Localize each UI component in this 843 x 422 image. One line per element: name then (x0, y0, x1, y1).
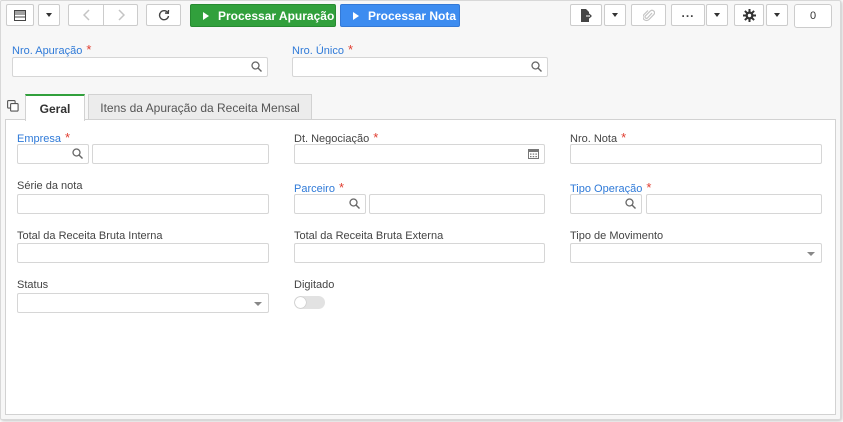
settings-dropdown-button[interactable] (766, 4, 788, 26)
nro-nota-input[interactable] (570, 144, 822, 164)
paperclip-icon (642, 9, 655, 21)
view-dropdown-button[interactable] (38, 4, 60, 26)
play-icon (203, 11, 209, 20)
search-icon[interactable] (251, 61, 262, 72)
search-icon[interactable] (531, 61, 542, 72)
nro-apuracao-label: Nro. Apuração * (12, 42, 91, 57)
settings-button[interactable] (734, 4, 764, 26)
tipo-operacao-name-input[interactable] (646, 194, 822, 214)
nro-unico-input[interactable] (292, 57, 548, 77)
empresa-code-input[interactable] (17, 144, 89, 164)
total-externa-label-text: Total da Receita Bruta Externa (294, 230, 444, 242)
process-apuracao-label: Processar Apuração (218, 8, 335, 23)
grid-view-button[interactable] (6, 4, 34, 26)
export-button[interactable] (570, 4, 602, 26)
chevron-down-icon (612, 13, 618, 17)
tipo-movimento-label: Tipo de Movimento (570, 230, 663, 242)
chevron-down-icon (774, 13, 780, 17)
more-dropdown-button[interactable] (706, 4, 728, 26)
tipo-operacao-label: Tipo Operação * (570, 180, 651, 195)
tab-geral[interactable]: Geral (25, 94, 85, 121)
process-nota-label: Processar Nota (368, 8, 457, 23)
tab-geral-label: Geral (39, 101, 71, 116)
nro-apuracao-input[interactable] (12, 57, 268, 77)
refresh-icon (158, 9, 169, 21)
search-icon[interactable] (349, 198, 360, 209)
parceiro-name-input[interactable] (369, 194, 545, 214)
digitado-label: Digitado (294, 279, 334, 291)
process-apuracao-button[interactable]: Processar Apuração (190, 4, 336, 27)
required-marker: * (621, 130, 627, 145)
calendar-icon[interactable] (528, 148, 539, 159)
chevron-left-icon (82, 9, 90, 21)
total-externa-input[interactable] (294, 243, 545, 263)
gear-icon (742, 8, 756, 22)
copy-icon[interactable] (7, 100, 19, 112)
serie-nota-label: Série da nota (17, 180, 82, 192)
required-marker: * (86, 42, 92, 57)
parceiro-code-input[interactable] (294, 194, 366, 214)
process-nota-button[interactable]: Processar Nota (340, 4, 460, 27)
required-marker: * (646, 180, 652, 195)
refresh-button[interactable] (146, 4, 181, 26)
nro-unico-label-text: Nro. Único (292, 45, 344, 57)
serie-nota-input[interactable] (17, 194, 269, 214)
tipo-movimento-label-text: Tipo de Movimento (570, 230, 664, 242)
more-options-button[interactable]: ... (671, 4, 705, 26)
status-label-text: Status (17, 279, 49, 291)
total-interna-input[interactable] (17, 243, 269, 263)
status-label: Status (17, 279, 48, 291)
play-icon (353, 11, 359, 20)
counter-value: 0 (809, 10, 817, 22)
ellipsis-icon: ... (681, 6, 695, 20)
tab-itens-label: Itens da Apuração da Receita Mensal (100, 100, 300, 115)
notification-counter[interactable]: 0 (794, 4, 832, 28)
search-icon[interactable] (625, 198, 636, 209)
tab-itens-apuracao[interactable]: Itens da Apuração da Receita Mensal (88, 94, 312, 120)
empresa-name-input[interactable] (92, 144, 269, 164)
dt-negociacao-input[interactable] (294, 144, 545, 164)
file-export-icon (581, 8, 592, 22)
chevron-down-icon (46, 13, 52, 17)
export-dropdown-button[interactable] (604, 4, 626, 26)
chevron-down-icon (807, 252, 815, 256)
chevron-down-icon (714, 13, 720, 17)
empresa-label: Empresa * (17, 130, 70, 145)
toggle-knob (295, 297, 306, 308)
grid-icon (14, 9, 26, 21)
digitado-toggle[interactable] (294, 296, 325, 309)
required-marker: * (65, 130, 71, 145)
serie-nota-label-text: Série da nota (17, 180, 83, 192)
dt-negociacao-label: Dt. Negociação * (294, 130, 378, 145)
next-button[interactable] (103, 4, 138, 26)
tipo-operacao-code-input[interactable] (570, 194, 642, 214)
digitado-label-text: Digitado (294, 279, 335, 291)
total-interna-label-text: Total da Receita Bruta Interna (17, 230, 163, 242)
required-marker: * (338, 180, 345, 195)
search-icon[interactable] (72, 148, 83, 159)
parceiro-label: Parceiro * (294, 180, 344, 195)
window-frame: Processar Apuração Processar Nota ... 0 … (0, 0, 841, 420)
total-interna-label: Total da Receita Bruta Interna (17, 230, 163, 242)
previous-button[interactable] (68, 4, 104, 26)
chevron-right-icon (117, 9, 125, 21)
nro-unico-label: Nro. Único * (292, 42, 353, 57)
attachment-button[interactable] (631, 4, 666, 26)
nro-apuracao-label-text: Nro. Apuração (12, 45, 83, 57)
tipo-movimento-select[interactable] (570, 243, 822, 263)
chevron-down-icon (254, 302, 262, 306)
required-marker: * (347, 42, 354, 57)
total-externa-label: Total da Receita Bruta Externa (294, 230, 443, 242)
nro-nota-label: Nro. Nota * (570, 130, 626, 145)
required-marker: * (373, 130, 379, 145)
status-select[interactable] (17, 293, 269, 313)
